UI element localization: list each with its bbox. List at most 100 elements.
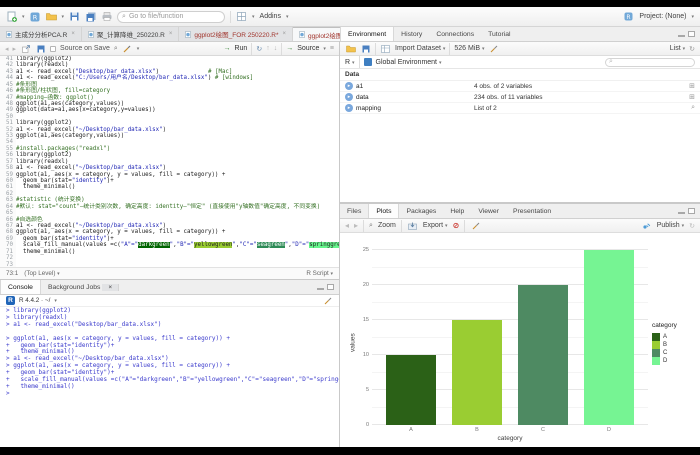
minimize-icon[interactable] xyxy=(317,288,324,290)
console-pane: Console Background Jobs × R R 4.4.2 · ~/… xyxy=(0,279,339,447)
refresh-plot-icon[interactable]: ↻ xyxy=(689,222,695,230)
project-menu[interactable]: Project: (None) xyxy=(639,13,686,20)
previous-plot-icon[interactable]: ◂ xyxy=(345,221,349,230)
new-project-icon[interactable]: R xyxy=(30,11,41,22)
prev-chunk-icon[interactable]: ↑ xyxy=(266,45,270,52)
environment-row-data[interactable]: ▸data234 obs. of 11 variables⊞ xyxy=(340,92,700,103)
maximize-icon[interactable] xyxy=(688,31,695,37)
pane-layout-caret[interactable]: ▾ xyxy=(252,14,255,20)
save-doc-icon[interactable] xyxy=(35,43,46,54)
tab-background-jobs[interactable]: Background Jobs × xyxy=(41,280,126,294)
load-workspace-icon[interactable] xyxy=(345,43,356,54)
environment-search-input[interactable]: ⌕ xyxy=(605,58,695,67)
tab-help[interactable]: Help xyxy=(443,204,471,218)
tab-connections[interactable]: Connections xyxy=(429,27,481,41)
language-selector[interactable]: R ▾ xyxy=(345,59,355,66)
run-button[interactable]: Run xyxy=(234,45,247,52)
tab-plots[interactable]: Plots xyxy=(368,204,399,218)
clear-plots-icon[interactable] xyxy=(470,220,481,231)
source-icon[interactable]: → xyxy=(286,45,293,52)
wd-caret[interactable]: ▾ xyxy=(54,298,57,304)
project-caret[interactable]: ▾ xyxy=(691,14,694,20)
tab-viewer[interactable]: Viewer xyxy=(471,204,506,218)
tab-files[interactable]: Files xyxy=(340,204,368,218)
clear-environment-icon[interactable] xyxy=(489,43,500,54)
popout-icon[interactable] xyxy=(20,43,31,54)
source-tab-2[interactable]: ggplot2绘图_FOR 250220.R*× xyxy=(179,27,293,41)
maximize-icon[interactable] xyxy=(327,284,334,290)
close-icon[interactable]: × xyxy=(102,284,119,291)
environment-selector[interactable]: Global Environment ▾ xyxy=(376,59,442,66)
memory-usage-button[interactable]: 526 MiB ▾ xyxy=(454,45,484,52)
tab-pane-controls xyxy=(678,204,700,218)
clear-console-icon[interactable] xyxy=(322,295,333,306)
find-icon[interactable]: ⌕ xyxy=(114,45,118,53)
maximize-icon[interactable] xyxy=(688,208,695,214)
tab-console[interactable]: Console xyxy=(0,280,41,294)
minimize-icon[interactable] xyxy=(678,35,685,37)
remove-plot-icon[interactable]: ⊘ xyxy=(453,221,460,230)
environment-row-mapping[interactable]: ▸mappingList of 2⌕ xyxy=(340,103,700,114)
expand-object-icon[interactable]: ▸ xyxy=(345,82,353,90)
source-button[interactable]: Source xyxy=(297,45,319,52)
tab-presentation[interactable]: Presentation xyxy=(506,204,558,218)
console-output[interactable]: > library(ggplot2)> library(readxl)> a1 … xyxy=(0,307,339,447)
doc-type-selector[interactable]: R Script ▾ xyxy=(306,270,333,277)
source-tab-0[interactable]: 主成分分析PCA.R× xyxy=(0,27,82,41)
expand-object-icon[interactable]: ▸ xyxy=(345,104,353,112)
object-name: a1 xyxy=(356,83,474,90)
tab-packages[interactable]: Packages xyxy=(399,204,443,218)
source-on-save-checkbox[interactable] xyxy=(50,46,56,52)
inspect-icon[interactable]: ⌕ xyxy=(691,104,695,112)
save-workspace-icon[interactable] xyxy=(360,43,371,54)
zoom-plot-icon[interactable]: ⌕ xyxy=(369,222,373,230)
expand-object-icon[interactable]: ▸ xyxy=(345,93,353,101)
save-all-icon[interactable] xyxy=(85,11,96,22)
addins-menu[interactable]: Addins xyxy=(260,13,281,20)
scope-indicator[interactable]: (Top Level) ▾ xyxy=(24,270,59,277)
run-icon[interactable]: → xyxy=(223,45,230,52)
outline-icon[interactable]: ≡ xyxy=(330,45,334,52)
code-tools-caret[interactable]: ▾ xyxy=(137,46,140,52)
search-icon: ⌕ xyxy=(609,58,613,66)
zoom-plot-button[interactable]: Zoom xyxy=(378,222,396,229)
new-file-caret[interactable]: ▾ xyxy=(22,14,25,20)
pane-layout-icon[interactable] xyxy=(236,11,247,22)
rerun-icon[interactable]: ↻ xyxy=(256,45,262,53)
minimize-icon[interactable] xyxy=(678,212,685,214)
tab-tutorial[interactable]: Tutorial xyxy=(481,27,517,41)
goto-file-input[interactable]: ⌕ Go to file/function xyxy=(117,11,225,23)
code-tools-icon[interactable] xyxy=(122,43,133,54)
refresh-environment-icon[interactable]: ↻ xyxy=(689,45,695,53)
source-tab-1[interactable]: 聚_计算降维_250220.R× xyxy=(82,27,179,41)
source-caret[interactable]: ▾ xyxy=(323,46,326,52)
code-text[interactable]: library(ggplot2)library(readxl)a1 <- rea… xyxy=(16,56,339,267)
legend-title: category xyxy=(652,322,694,329)
view-table-icon[interactable]: ⊞ xyxy=(689,82,695,90)
next-plot-icon[interactable]: ▸ xyxy=(354,221,358,230)
open-file-caret[interactable]: ▾ xyxy=(62,14,65,20)
open-file-icon[interactable] xyxy=(46,11,57,22)
close-icon[interactable]: × xyxy=(283,31,287,37)
back-icon[interactable]: ◂ xyxy=(5,45,9,53)
view-table-icon[interactable]: ⊞ xyxy=(689,93,695,101)
close-icon[interactable]: × xyxy=(71,31,75,37)
new-file-icon[interactable] xyxy=(6,11,17,22)
print-icon[interactable] xyxy=(101,11,112,22)
addins-caret[interactable]: ▾ xyxy=(286,14,289,20)
forward-icon[interactable]: ▸ xyxy=(13,45,17,53)
save-icon[interactable] xyxy=(69,11,80,22)
y-tick-label: 5 xyxy=(358,387,369,393)
next-chunk-icon[interactable]: ↓ xyxy=(274,45,278,52)
list-view-button[interactable]: List ▾ xyxy=(670,45,685,52)
publish-button[interactable]: Publish ▾ xyxy=(657,222,684,229)
close-icon[interactable]: × xyxy=(169,31,173,37)
import-dataset-icon xyxy=(380,43,391,54)
tab-environment[interactable]: Environment xyxy=(340,27,394,41)
environment-row-a1[interactable]: ▸a14 obs. of 2 variables⊞ xyxy=(340,81,700,92)
r-version-label[interactable]: R 4.4.2 · ~/ xyxy=(19,297,50,304)
code-editor[interactable]: 4142434445464748495051525354555657585960… xyxy=(0,56,339,267)
tab-history[interactable]: History xyxy=(394,27,429,41)
export-button[interactable]: Export ▾ xyxy=(423,222,448,229)
import-dataset-button[interactable]: Import Dataset ▾ xyxy=(395,45,445,52)
